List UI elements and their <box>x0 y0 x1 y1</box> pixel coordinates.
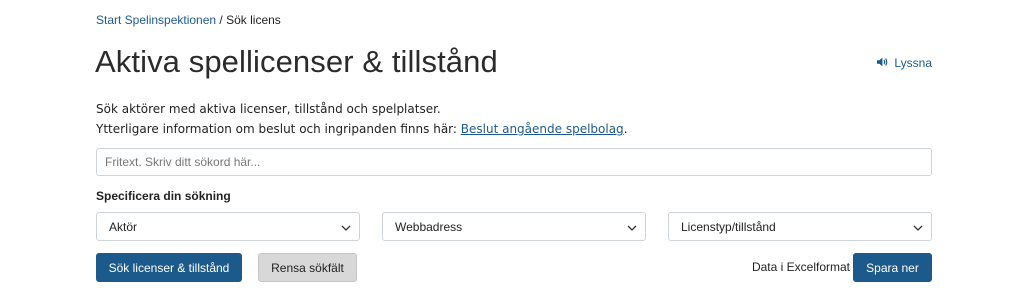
filter-heading: Specificera din sökning <box>96 189 231 203</box>
chevron-down-icon <box>913 220 923 234</box>
web-address-select-value: Webbadress <box>395 219 463 234</box>
license-type-select[interactable]: Licenstyp/tillstånd <box>668 212 932 241</box>
search-button[interactable]: Sök licenser & tillstånd <box>96 253 242 282</box>
web-address-select[interactable]: Webbadress <box>382 212 646 241</box>
breadcrumb: Start Spelinspektionen / Sök licens <box>96 13 281 27</box>
breadcrumb-separator: / <box>219 13 223 27</box>
breadcrumb-current: Sök licens <box>226 13 281 27</box>
page: Start Spelinspektionen / Sök licens Akti… <box>0 0 1024 300</box>
beslut-link[interactable]: Beslut angående spelbolag <box>461 122 624 136</box>
listen-button[interactable]: Lyssna <box>877 56 932 70</box>
intro-line-2-suffix: . <box>623 122 628 136</box>
actor-select[interactable]: Aktör <box>96 212 360 241</box>
page-title: Aktiva spellicenser & tillstånd <box>95 44 498 79</box>
breadcrumb-home-link[interactable]: Start Spelinspektionen <box>96 13 216 27</box>
actor-select-value: Aktör <box>109 219 138 234</box>
license-type-select-value: Licenstyp/tillstånd <box>681 219 776 234</box>
listen-label: Lyssna <box>894 56 932 70</box>
save-button[interactable]: Spara ner <box>853 253 932 282</box>
intro-line-2-prefix: Ytterligare information om beslut och in… <box>96 122 457 136</box>
speaker-icon <box>877 56 894 70</box>
intro-line-1: Sök aktörer med aktiva licenser, tillstå… <box>96 102 441 116</box>
intro-text: Sök aktörer med aktiva licenser, tillstå… <box>96 99 628 139</box>
clear-button[interactable]: Rensa sökfält <box>258 253 357 282</box>
chevron-down-icon <box>341 220 351 234</box>
excel-format-label: Data i Excelformat <box>751 260 850 274</box>
chevron-down-icon <box>627 220 637 234</box>
intro-line-2: Ytterligare information om beslut och in… <box>96 119 628 139</box>
search-input[interactable] <box>96 148 932 176</box>
